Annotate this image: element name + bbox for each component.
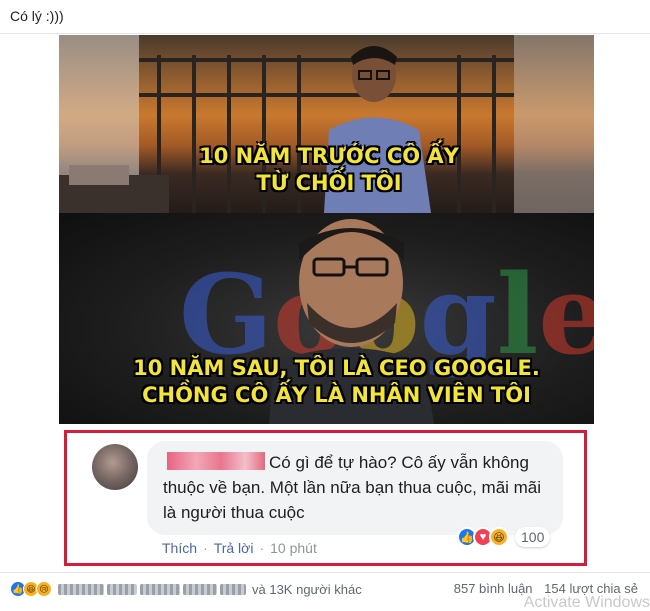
post-footer: 👍 😆 😢 và 13K người khác 857 bình luận 15…	[0, 576, 650, 611]
comment-text: Có gì để tự hào? Cô ấy vẫn không thuộc v…	[163, 453, 542, 522]
meme-panel-bottom: Google 10 NĂM SAU, TÔI LÀ CEO GOOGLE. CH…	[59, 213, 594, 424]
meme-panel-top: 10 NĂM TRƯỚC CÔ ẤY TỪ CHỐI TÔI	[59, 35, 594, 213]
others-count[interactable]: và 13K người khác	[252, 582, 362, 597]
comments-count[interactable]: 857 bình luận	[454, 581, 533, 596]
reply-link[interactable]: Trả lời	[214, 540, 254, 556]
commenter-avatar[interactable]	[92, 444, 138, 490]
activate-windows-watermark: Activate Windows	[523, 594, 650, 611]
comment-reactions[interactable]: 👍 ♥ 😆 100	[457, 526, 551, 548]
comment-bubble: Có gì để tự hào? Cô ấy vẫn không thuộc v…	[147, 441, 563, 535]
divider	[0, 572, 650, 573]
reaction-count: 100	[515, 527, 551, 547]
sad-icon: 😢	[36, 581, 52, 597]
highlighted-comment: Có gì để tự hào? Cô ấy vẫn không thuộc v…	[64, 430, 587, 566]
meme-caption-top: 10 NĂM TRƯỚC CÔ ẤY TỪ CHỐI TÔI	[199, 144, 459, 196]
comment-timestamp[interactable]: 10 phút	[270, 540, 317, 556]
post-reactions-summary[interactable]: 👍 😆 😢 và 13K người khác	[10, 581, 362, 597]
meme-caption-bottom: 10 NĂM SAU, TÔI LÀ CEO GOOGLE. CHỒNG CÔ …	[133, 356, 540, 408]
haha-icon: 😆	[489, 527, 509, 547]
comment-actions: Thích · Trả lời · 10 phút	[162, 540, 317, 556]
redacted-reactor-names	[58, 583, 246, 595]
post-caption: Có lý :)))	[10, 8, 64, 24]
meme-image[interactable]: 10 NĂM TRƯỚC CÔ ẤY TỪ CHỐI TÔI Google 10…	[59, 35, 594, 424]
like-link[interactable]: Thích	[162, 540, 197, 556]
divider	[0, 33, 650, 34]
